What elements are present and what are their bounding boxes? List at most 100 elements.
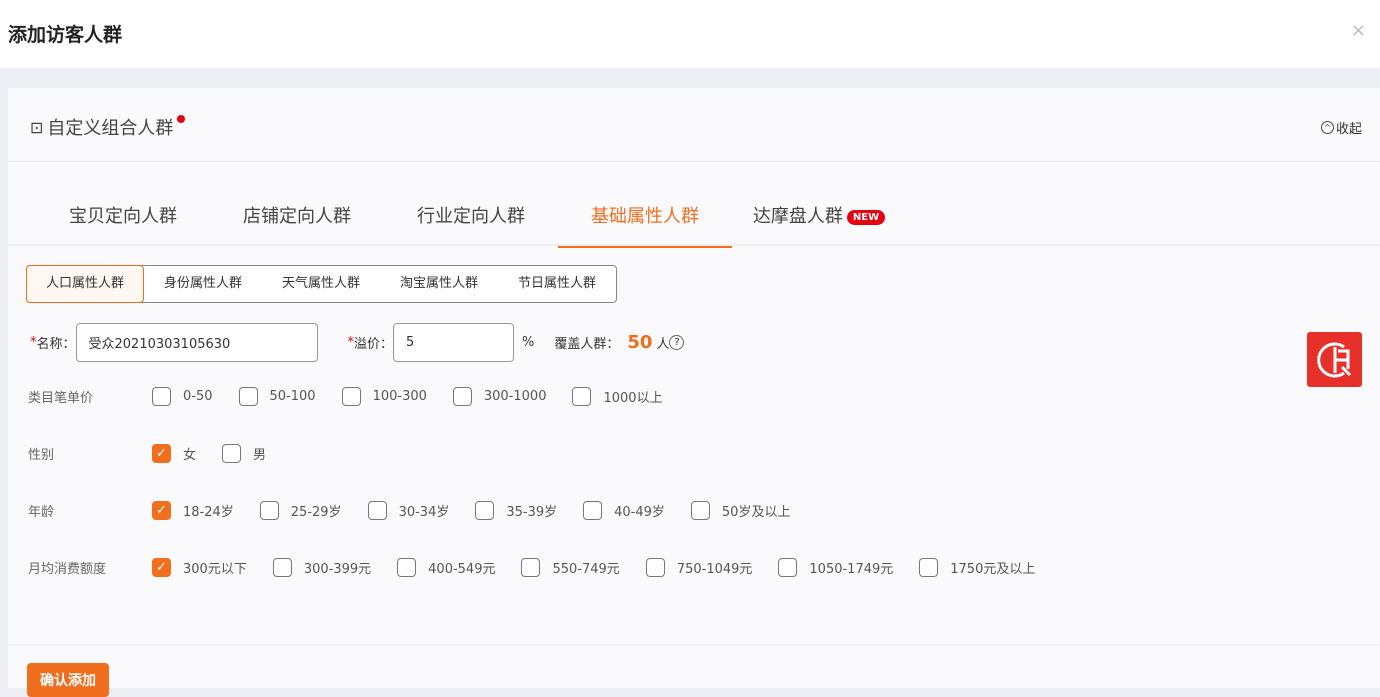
checkbox[interactable] [919,558,938,577]
filter-option[interactable]: 35-39岁 [475,501,557,520]
brand-logo-icon[interactable] [1307,332,1362,387]
percent-unit: % [522,335,534,350]
filter-label: 类目笔单价 [28,387,152,406]
name-input[interactable] [76,323,318,362]
premium-label: 溢价： [354,333,393,352]
option-label: 35-39岁 [506,501,557,520]
checkbox[interactable] [475,501,494,520]
option-label: 0-50 [183,389,213,404]
filter-row: 性别✓女男 [28,444,292,463]
confirm-add-button[interactable]: 确认添加 [27,663,109,697]
checkbox[interactable] [260,501,279,520]
filter-row: 类目笔单价 0-50 50-100 100-300 300-1000 1000以上 [28,387,689,406]
filter-option[interactable]: 男 [222,444,266,463]
filter-option[interactable]: 550-749元 [521,558,619,577]
option-label: 50-100 [270,389,316,404]
tab-0[interactable]: 宝贝定向人群 [36,190,210,246]
section-icon: ⊡ [30,118,43,137]
filter-label: 年龄 [28,501,152,520]
option-label: 25-29岁 [291,501,342,520]
filter-label: 月均消费额度 [28,558,152,577]
option-label: 300-1000 [484,389,547,404]
subtab-1[interactable]: 身份属性人群 [144,266,262,302]
new-badge: NEW [847,210,885,225]
filter-option[interactable]: 1000以上 [572,387,662,406]
filter-option[interactable]: 750-1049元 [646,558,753,577]
filter-option[interactable]: 1050-1749元 [778,558,893,577]
dialog-title: 添加访客人群 [8,20,122,47]
filter-option[interactable]: 100-300 [342,387,427,406]
option-label: 女 [183,444,196,463]
checkbox[interactable] [572,387,591,406]
option-label: 1000以上 [603,387,662,406]
filter-option[interactable]: ✓18-24岁 [152,501,234,520]
filter-option[interactable]: 50-100 [239,387,316,406]
chevron-up-icon: ^ [1321,121,1334,134]
checkbox[interactable] [778,558,797,577]
audience-tabs: 宝贝定向人群 店铺定向人群 行业定向人群 基础属性人群 达摩盘人群 NEW [8,190,1380,246]
subtab-4[interactable]: 节日属性人群 [498,266,616,302]
subtab-2[interactable]: 天气属性人群 [262,266,380,302]
tab-3[interactable]: 基础属性人群 [558,190,732,246]
checkbox[interactable]: ✓ [152,501,171,520]
filter-option[interactable]: 30-34岁 [368,501,450,520]
tab-1[interactable]: 店铺定向人群 [210,190,384,246]
filter-option[interactable]: 400-549元 [397,558,495,577]
checkbox[interactable] [368,501,387,520]
option-label: 男 [253,444,266,463]
subtab-0[interactable]: 人口属性人群 [26,265,144,303]
tab-label: 行业定向人群 [417,206,525,227]
filter-option[interactable]: 40-49岁 [583,501,665,520]
tab-label: 店铺定向人群 [243,206,351,227]
filter-option[interactable]: 1750元及以上 [919,558,1035,577]
checkbox[interactable] [152,387,171,406]
dialog-header: 添加访客人群 × [0,0,1380,68]
filter-option[interactable]: 50岁及以上 [691,501,791,520]
collapse-button[interactable]: ^ 收起 [1321,118,1362,137]
option-label: 30-34岁 [399,501,450,520]
filter-option[interactable]: ✓女 [152,444,196,463]
tab-label: 达摩盘人群 [753,206,843,227]
checkbox[interactable] [273,558,292,577]
filter-label: 性别 [28,444,152,463]
checkbox[interactable] [521,558,540,577]
filter-option[interactable]: 0-50 [152,387,213,406]
option-label: 1050-1749元 [809,558,893,577]
checkbox[interactable] [691,501,710,520]
option-label: 400-549元 [428,558,495,577]
filter-option[interactable]: 300-399元 [273,558,371,577]
checkbox[interactable] [583,501,602,520]
audience-form-row: * 名称： * 溢价： % 覆盖人群： 50 人 ? [30,323,684,362]
checkbox[interactable] [342,387,361,406]
attribute-subtabs: 人口属性人群身份属性人群天气属性人群淘宝属性人群节日属性人群 [26,265,617,303]
filter-option[interactable]: 300-1000 [453,387,547,406]
checkbox[interactable] [239,387,258,406]
tab-2[interactable]: 行业定向人群 [384,190,558,246]
checkbox[interactable] [222,444,241,463]
option-label: 550-749元 [552,558,619,577]
tab-label: 基础属性人群 [591,206,699,227]
cover-count: 50 [627,332,652,353]
option-label: 50岁及以上 [722,501,791,520]
filter-row: 月均消费额度✓300元以下 300-399元 400-549元 550-749元 750… [28,558,1061,577]
name-label: 名称： [37,333,76,352]
filter-row: 年龄✓18-24岁 25-29岁 30-34岁 35-39岁 40-49岁 50岁及以上 [28,501,816,520]
red-dot-indicator [177,115,185,123]
cover-label: 覆盖人群： [554,333,619,352]
subtab-3[interactable]: 淘宝属性人群 [380,266,498,302]
option-label: 100-300 [373,389,427,404]
option-label: 750-1049元 [677,558,753,577]
checkbox[interactable] [453,387,472,406]
checkbox[interactable]: ✓ [152,558,171,577]
option-label: 40-49岁 [614,501,665,520]
premium-input[interactable] [393,323,514,362]
filter-option[interactable]: 25-29岁 [260,501,342,520]
checkbox[interactable]: ✓ [152,444,171,463]
help-icon[interactable]: ? [669,335,684,350]
filter-option[interactable]: ✓300元以下 [152,558,247,577]
close-icon[interactable]: × [1351,20,1366,41]
section-header: ⊡ 自定义组合人群 ^ 收起 [8,88,1380,162]
tab-4[interactable]: 达摩盘人群 NEW [732,190,906,246]
checkbox[interactable] [397,558,416,577]
checkbox[interactable] [646,558,665,577]
